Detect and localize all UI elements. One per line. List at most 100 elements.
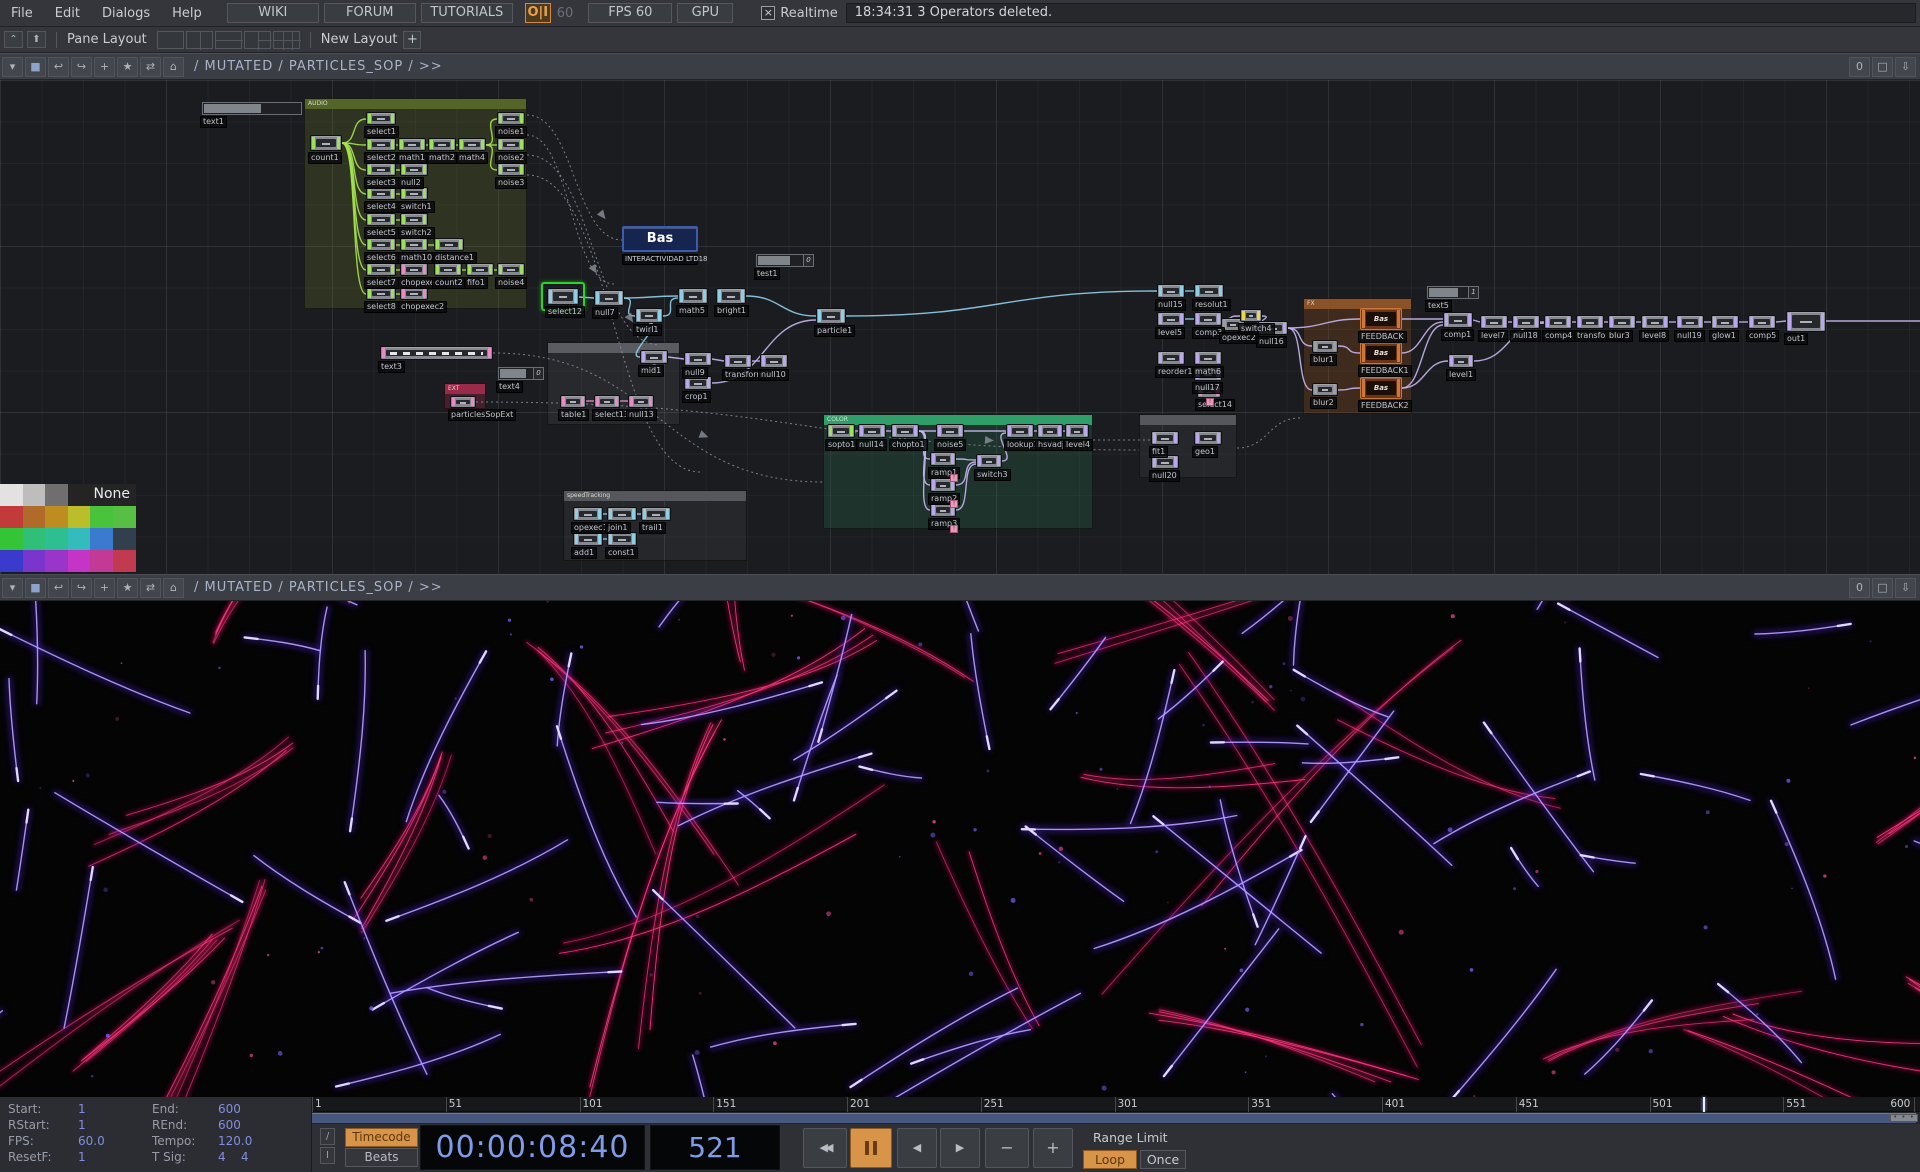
anchor-icon[interactable]: ⬆: [27, 31, 46, 48]
node-blur2[interactable]: [1312, 383, 1338, 396]
palette-swatch[interactable]: [0, 484, 23, 506]
node-table1[interactable]: [560, 395, 586, 408]
field-value[interactable]: 600: [218, 1118, 241, 1132]
palette-swatch[interactable]: [0, 506, 23, 528]
node-geo1[interactable]: [1194, 431, 1222, 445]
back-icon[interactable]: ↩: [48, 57, 69, 77]
node-join1[interactable]: [607, 507, 637, 521]
node-fifo1[interactable]: [466, 263, 494, 276]
slider-widget-text1[interactable]: [202, 102, 302, 115]
loop-button[interactable]: Loop: [1083, 1150, 1137, 1169]
palette-swatch[interactable]: [0, 550, 23, 572]
play-forward-button[interactable]: ▶: [940, 1128, 980, 1168]
node-noise2[interactable]: [497, 138, 525, 151]
slider-widget-text5[interactable]: 1: [1427, 286, 1479, 299]
node-chopexec1[interactable]: [400, 263, 428, 276]
node-level7[interactable]: [1480, 315, 1508, 329]
node-mid1[interactable]: [640, 350, 668, 364]
add-icon[interactable]: +: [94, 578, 115, 598]
node-transform3[interactable]: [724, 354, 752, 368]
palette-swatch[interactable]: [68, 506, 91, 528]
step-forward-button[interactable]: +: [1033, 1128, 1073, 1168]
node-math5[interactable]: [678, 288, 708, 304]
palette-swatch[interactable]: [68, 528, 91, 550]
node-trail1[interactable]: [641, 507, 671, 521]
maximize-icon[interactable]: □: [1872, 578, 1893, 598]
palette-swatch[interactable]: [0, 528, 23, 550]
node-text3[interactable]: [380, 346, 493, 360]
node-select3[interactable]: [366, 163, 396, 176]
menu-dialogs[interactable]: Dialogs: [91, 6, 161, 21]
node-comp5[interactable]: [1748, 315, 1776, 329]
node-noise5[interactable]: [936, 424, 964, 438]
palette-none-label[interactable]: None: [93, 486, 130, 502]
pause-button[interactable]: [850, 1128, 892, 1168]
stop-square-icon[interactable]: ■: [25, 57, 46, 77]
node-math10[interactable]: [400, 238, 428, 251]
menu-help[interactable]: Help: [161, 6, 213, 21]
node-fit1[interactable]: [1151, 431, 1179, 445]
node-null19[interactable]: [1676, 315, 1704, 329]
node-math4[interactable]: [458, 138, 486, 151]
palette-swatch[interactable]: [45, 550, 68, 572]
palette-swatch[interactable]: [113, 506, 136, 528]
layout-preset-hsplit[interactable]: [215, 31, 242, 49]
node-select13[interactable]: [594, 395, 620, 408]
forward-icon[interactable]: ↪: [71, 57, 92, 77]
palette-swatch[interactable]: [90, 550, 113, 572]
layout-preset-single[interactable]: [157, 31, 184, 49]
network-editor[interactable]: None AUDIOspeedTrackingCOLORFXEXTcount1s…: [0, 80, 1920, 574]
rewind-to-start-button[interactable]: ◀◀: [803, 1128, 847, 1168]
node-level8[interactable]: [1641, 315, 1669, 329]
node-null9[interactable]: [684, 352, 712, 366]
maximize-icon[interactable]: □: [1872, 57, 1893, 77]
node-noise4[interactable]: [497, 263, 525, 276]
palette-swatch[interactable]: [90, 506, 113, 528]
field-value[interactable]: 60.0: [78, 1134, 105, 1148]
layout-preset-vsplit[interactable]: [186, 31, 213, 49]
node-select12[interactable]: [547, 288, 579, 305]
playhead[interactable]: [1703, 1097, 1705, 1112]
stop-square-icon[interactable]: ■: [25, 578, 46, 598]
palette-swatch[interactable]: [68, 484, 91, 506]
field-value[interactable]: 120.0: [218, 1134, 252, 1148]
field-value[interactable]: 600: [218, 1102, 241, 1116]
node-particle1[interactable]: [816, 308, 846, 324]
back-icon[interactable]: ↩: [48, 578, 69, 598]
new-layout-add-button[interactable]: +: [403, 31, 421, 49]
node-particlesSopExt[interactable]: [450, 396, 476, 408]
bookmark-star-icon[interactable]: ★: [117, 578, 138, 598]
home-icon[interactable]: ⌂: [163, 57, 184, 77]
node-add1[interactable]: [573, 532, 603, 546]
palette-swatch[interactable]: [45, 528, 68, 550]
node-blur3[interactable]: [1608, 315, 1636, 329]
node-sopto1[interactable]: [827, 424, 855, 438]
collapse-pane-icon[interactable]: ⇩: [1895, 578, 1916, 598]
gpu-button[interactable]: GPU: [677, 3, 733, 23]
node-noise3[interactable]: [497, 163, 525, 176]
once-button[interactable]: Once: [1140, 1150, 1186, 1169]
node-math6[interactable]: [1194, 351, 1222, 365]
integer-mode-button[interactable]: I: [320, 1147, 335, 1164]
frame-display[interactable]: 521: [650, 1125, 780, 1170]
node-select6[interactable]: [366, 238, 396, 251]
node-null14[interactable]: [858, 424, 886, 438]
node-out1[interactable]: [1786, 311, 1826, 332]
swap-pane-icon[interactable]: ⇄: [140, 578, 161, 598]
tutorials-button[interactable]: TUTORIALS: [421, 3, 513, 23]
slider-widget-test1[interactable]: 0: [756, 254, 814, 267]
node-switch2[interactable]: [400, 213, 428, 226]
node-twirl1[interactable]: [635, 308, 663, 323]
pane-dropdown-icon[interactable]: ▾: [2, 578, 23, 598]
timeline-range-bar[interactable]: • • •: [312, 1112, 1920, 1124]
forward-icon[interactable]: ↪: [71, 578, 92, 598]
node-transform4[interactable]: [1576, 315, 1604, 329]
realtime-checkbox[interactable]: ×: [761, 6, 775, 20]
node-null10[interactable]: [760, 354, 788, 368]
node-const1[interactable]: [607, 532, 637, 546]
add-icon[interactable]: +: [94, 57, 115, 77]
wiki-button[interactable]: WIKI: [227, 3, 319, 23]
palette-swatch[interactable]: [23, 528, 46, 550]
node-null7[interactable]: [594, 290, 624, 306]
collapse-pane-icon[interactable]: ⇩: [1895, 57, 1916, 77]
